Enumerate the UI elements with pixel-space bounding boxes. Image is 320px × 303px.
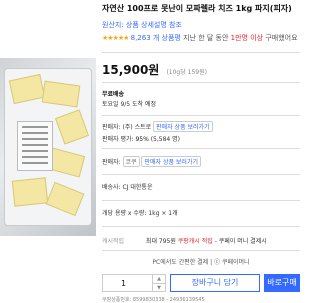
- seller-name: 판매자: (주) 스트로: [102, 124, 152, 131]
- seller-rating-row: 판매자 평가: 95% (5,584 명): [102, 136, 181, 143]
- option-seller-link[interactable]: 판매자 상품 보러가기: [141, 156, 201, 167]
- cash-highlight: 쿠팡캐시 적립: [177, 238, 213, 245]
- divider: [102, 82, 300, 83]
- divider: [102, 148, 300, 149]
- seller-products-link[interactable]: 판매자 상품 보러가기: [153, 121, 213, 132]
- arrival-date: 토요일 9/5 도착 예정: [102, 101, 157, 108]
- shipping-title: 무료배송: [102, 91, 125, 98]
- cheese-slice: [54, 109, 90, 145]
- divider: [102, 250, 300, 251]
- cheese-slice: [41, 80, 81, 108]
- divider: [102, 115, 300, 116]
- add-to-cart-button[interactable]: 장바구니 담기: [170, 274, 260, 292]
- review-count-link[interactable]: 8,263 개 상품평: [131, 34, 181, 42]
- cheese-tray-graphic: [4, 68, 92, 226]
- delivery-row: 배송사: CJ 대한통운: [102, 184, 153, 191]
- sale-price: 15,900원: [102, 63, 160, 77]
- quantity-value[interactable]: 1: [121, 279, 126, 288]
- divider: [102, 226, 300, 227]
- cheese-slice: [8, 73, 46, 105]
- product-title: 자연산 100프로 못난이 모짜렐라 치즈 1kg 파지(피자): [102, 4, 292, 13]
- quantity-unit-row: 개당 용량 x 수량: 1kg × 1개: [102, 210, 178, 217]
- seller-rating-pct: 95%: [135, 136, 149, 143]
- divider: [102, 200, 300, 201]
- price-block: 15,900원 (10g당 159원): [102, 59, 207, 78]
- divider: [102, 174, 300, 175]
- cheese-slice: [11, 177, 49, 207]
- origin-info: 원산지: 상품 상세설명 참조: [102, 20, 182, 30]
- package-label: [17, 121, 53, 171]
- origin-label[interactable]: 원산지: 상품 상세설명 참조: [102, 21, 182, 29]
- option-seller-row: 판매자: 코쿠 판매자 상품 보러가기: [102, 156, 201, 167]
- cash-label: 캐시적립: [102, 238, 125, 245]
- seller-rating-count: (5,584 명): [150, 136, 181, 143]
- delivery-company: CJ 대한통운: [122, 184, 153, 191]
- cash-reward-row: 캐시적립 최대 795원 쿠팡캐시 적립 - 쿠페이 머니 결제시: [102, 238, 267, 245]
- decrease-arrow-icon[interactable]: ▼: [153, 283, 165, 292]
- quantity-stepper[interactable]: 1 ▲ ▼: [102, 274, 166, 292]
- seller-row: 판매자: (주) 스트로 판매자 상품 보러가기: [102, 121, 213, 132]
- cheese-slice: [45, 181, 85, 217]
- buy-now-button[interactable]: 바로구매: [264, 274, 300, 292]
- unit-price: (10g당 159원): [166, 69, 207, 76]
- quantity-unit-value: 1kg × 1개: [148, 210, 178, 217]
- bought-count: 지난 한 달 동안 1만명 이상 구매했어요: [183, 34, 298, 42]
- product-image[interactable]: [0, 58, 96, 236]
- option-seller-tag: 코쿠: [122, 156, 140, 167]
- divider: [102, 52, 300, 53]
- quantity-arrows: ▲ ▼: [152, 275, 165, 291]
- star-rating-icon: ★★★★★: [102, 34, 129, 42]
- payment-info-line: PC에서도 간편한 결제 | ⓒ 쿠페이머니: [152, 259, 250, 266]
- increase-arrow-icon[interactable]: ▲: [153, 275, 165, 283]
- rating-row: ★★★★★ 8,263 개 상품평 지난 한 달 동안 1만명 이상 구매했어요: [102, 33, 298, 43]
